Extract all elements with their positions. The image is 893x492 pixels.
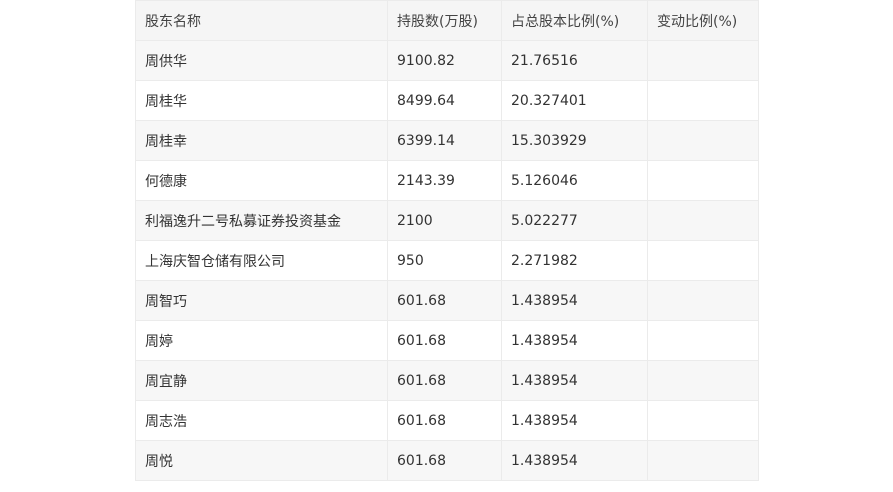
header-shareholder-name: 股东名称 xyxy=(135,0,388,41)
table-row: 周宜静 601.68 1.438954 xyxy=(135,360,759,401)
cell-shareholder-name: 何德康 xyxy=(135,160,388,201)
header-change-ratio: 变动比例(%) xyxy=(647,0,759,41)
cell-shares-held: 6399.14 xyxy=(387,120,502,161)
cell-shareholder-name: 周桂华 xyxy=(135,80,388,121)
cell-share-ratio: 1.438954 xyxy=(501,440,648,481)
cell-change-ratio xyxy=(647,40,759,81)
table-row: 周桂幸 6399.14 15.303929 xyxy=(135,120,759,161)
cell-shares-held: 601.68 xyxy=(387,400,502,441)
cell-change-ratio xyxy=(647,240,759,281)
cell-shareholder-name: 上海庆智仓储有限公司 xyxy=(135,240,388,281)
cell-share-ratio: 2.271982 xyxy=(501,240,648,281)
cell-shares-held: 601.68 xyxy=(387,360,502,401)
cell-shares-held: 9100.82 xyxy=(387,40,502,81)
table-row: 周志浩 601.68 1.438954 xyxy=(135,400,759,441)
cell-shareholder-name: 周桂幸 xyxy=(135,120,388,161)
cell-shareholder-name: 周悦 xyxy=(135,440,388,481)
cell-change-ratio xyxy=(647,80,759,121)
cell-shareholder-name: 周婷 xyxy=(135,320,388,361)
cell-change-ratio xyxy=(647,200,759,241)
cell-shareholder-name: 周智巧 xyxy=(135,280,388,321)
table-row: 何德康 2143.39 5.126046 xyxy=(135,160,759,201)
cell-share-ratio: 20.327401 xyxy=(501,80,648,121)
table-row: 利福逸升二号私募证券投资基金 2100 5.022277 xyxy=(135,200,759,241)
cell-change-ratio xyxy=(647,320,759,361)
cell-share-ratio: 21.76516 xyxy=(501,40,648,81)
cell-shareholder-name: 周供华 xyxy=(135,40,388,81)
cell-share-ratio: 5.022277 xyxy=(501,200,648,241)
table-row: 周智巧 601.68 1.438954 xyxy=(135,280,759,321)
cell-share-ratio: 1.438954 xyxy=(501,360,648,401)
cell-shares-held: 950 xyxy=(387,240,502,281)
cell-shareholder-name: 周宜静 xyxy=(135,360,388,401)
table-header: 股东名称 持股数(万股) 占总股本比例(%) 变动比例(%) xyxy=(135,0,759,41)
table-row: 周悦 601.68 1.438954 xyxy=(135,440,759,481)
header-share-ratio: 占总股本比例(%) xyxy=(501,0,648,41)
cell-shares-held: 8499.64 xyxy=(387,80,502,121)
table-row: 周桂华 8499.64 20.327401 xyxy=(135,80,759,121)
cell-shareholder-name: 利福逸升二号私募证券投资基金 xyxy=(135,200,388,241)
cell-share-ratio: 1.438954 xyxy=(501,400,648,441)
header-shares-held: 持股数(万股) xyxy=(387,0,502,41)
cell-change-ratio xyxy=(647,160,759,201)
cell-share-ratio: 1.438954 xyxy=(501,320,648,361)
cell-shares-held: 601.68 xyxy=(387,280,502,321)
cell-shares-held: 601.68 xyxy=(387,320,502,361)
cell-change-ratio xyxy=(647,120,759,161)
cell-change-ratio xyxy=(647,280,759,321)
cell-share-ratio: 5.126046 xyxy=(501,160,648,201)
table-row: 周婷 601.68 1.438954 xyxy=(135,320,759,361)
cell-shares-held: 2100 xyxy=(387,200,502,241)
shareholder-table-container: 股东名称 持股数(万股) 占总股本比例(%) 变动比例(%) 周供华 9100.… xyxy=(135,0,759,481)
cell-change-ratio xyxy=(647,360,759,401)
table-row: 上海庆智仓储有限公司 950 2.271982 xyxy=(135,240,759,281)
cell-shares-held: 601.68 xyxy=(387,440,502,481)
cell-shares-held: 2143.39 xyxy=(387,160,502,201)
cell-share-ratio: 1.438954 xyxy=(501,280,648,321)
shareholder-table: 股东名称 持股数(万股) 占总股本比例(%) 变动比例(%) 周供华 9100.… xyxy=(135,0,759,481)
cell-share-ratio: 15.303929 xyxy=(501,120,648,161)
cell-shareholder-name: 周志浩 xyxy=(135,400,388,441)
table-body: 周供华 9100.82 21.76516 周桂华 8499.64 20.3274… xyxy=(135,40,759,481)
table-row: 周供华 9100.82 21.76516 xyxy=(135,40,759,81)
header-row: 股东名称 持股数(万股) 占总股本比例(%) 变动比例(%) xyxy=(135,0,759,41)
cell-change-ratio xyxy=(647,440,759,481)
cell-change-ratio xyxy=(647,400,759,441)
